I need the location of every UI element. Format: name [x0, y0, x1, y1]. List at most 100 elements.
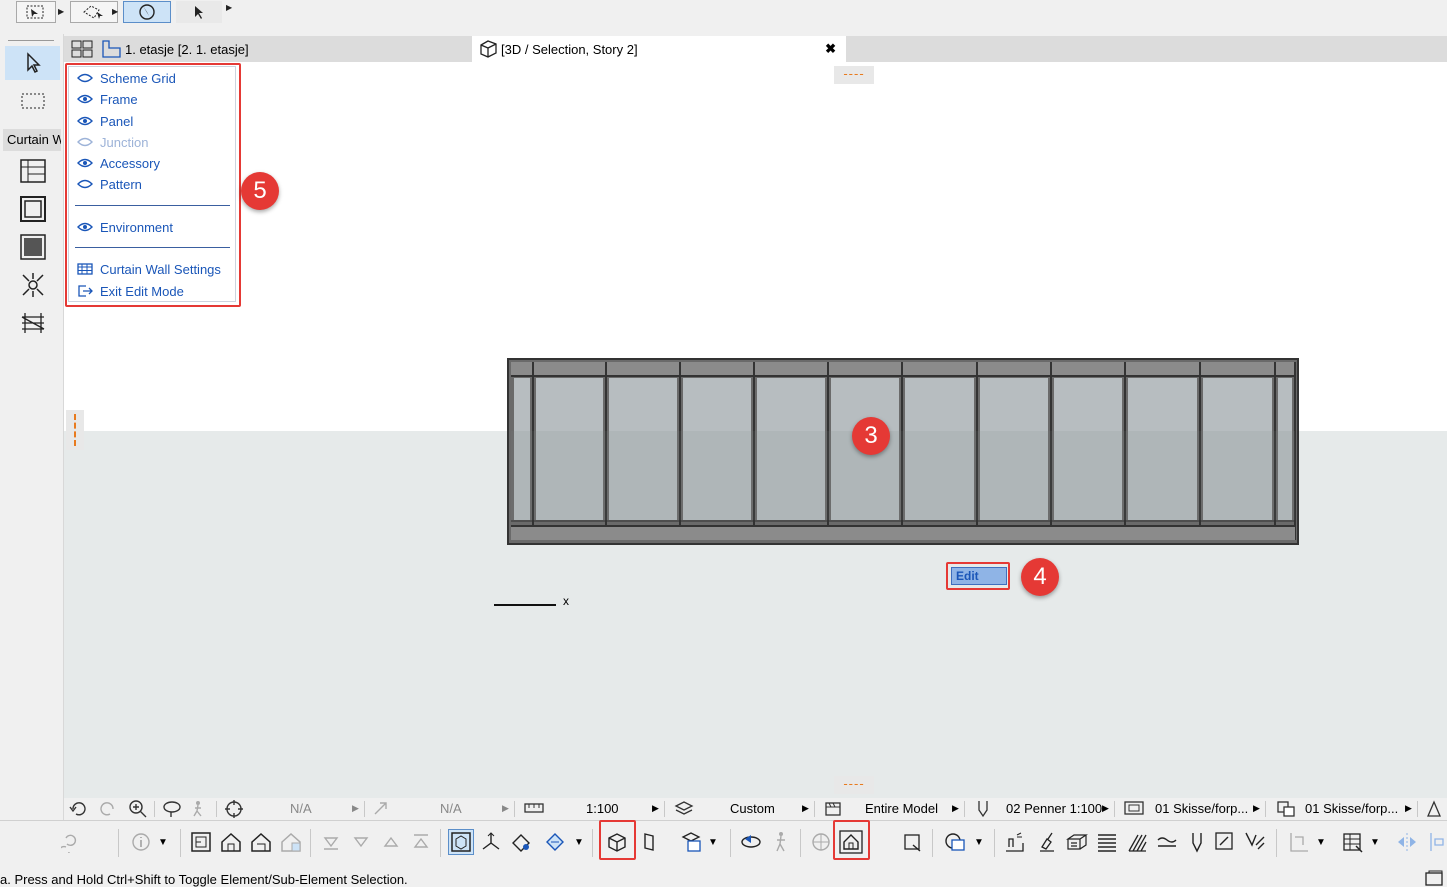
chevron-down-icon[interactable]: ▼: [1314, 829, 1328, 855]
explore-button[interactable]: [738, 829, 764, 855]
axonometry-button[interactable]: [478, 829, 504, 855]
arrow-tool[interactable]: [5, 46, 60, 80]
3d-window-button[interactable]: [448, 829, 474, 855]
tool-wave-button[interactable]: [1154, 829, 1180, 855]
layers-icon[interactable]: [674, 800, 694, 818]
accessory-tool[interactable]: [5, 306, 60, 340]
tool-surface-button[interactable]: [1212, 829, 1238, 855]
bottom-toolbar: ▼ ▼ ▼ ▼ ▼ ▼: [0, 820, 1447, 866]
chevron-right-icon[interactable]: ▶: [652, 803, 659, 814]
nav-display-2[interactable]: 01 Skisse/forp...: [1305, 801, 1398, 816]
nav-scale[interactable]: 1:100: [586, 801, 619, 816]
magic-wand-button[interactable]: [123, 1, 171, 23]
orbit-icon[interactable]: [162, 800, 182, 818]
top-dash-marker[interactable]: ----: [834, 66, 874, 84]
grid-view-icon: [71, 40, 93, 58]
chevron-right-icon[interactable]: ▶: [352, 803, 359, 814]
3d-document-button[interactable]: [678, 829, 704, 855]
3d-wall-button[interactable]: [636, 829, 662, 855]
chevron-down-icon[interactable]: ▼: [1368, 829, 1382, 855]
partial-structure-icon[interactable]: [1426, 800, 1442, 818]
walk-icon[interactable]: [190, 800, 206, 818]
tool-wall-button[interactable]: [1002, 829, 1028, 855]
window-icon[interactable]: [1424, 870, 1444, 886]
tool-layers-3d-button[interactable]: [1064, 829, 1090, 855]
lasso-select-button[interactable]: [70, 1, 118, 23]
junction-tool[interactable]: [5, 268, 60, 302]
arrow-pointer-button[interactable]: [176, 1, 222, 23]
nav-display-1[interactable]: 01 Skisse/forp...: [1155, 801, 1248, 816]
chevron-right-icon[interactable]: ▶: [1253, 803, 1260, 814]
panel-tool[interactable]: [5, 230, 60, 264]
zoom-icon[interactable]: [128, 799, 148, 819]
section-view-button[interactable]: [218, 829, 244, 855]
elevation-view-button[interactable]: [248, 829, 274, 855]
scheme-grid-tool[interactable]: [5, 154, 60, 188]
show-all-3d-button[interactable]: [808, 829, 834, 855]
camera-group-button[interactable]: [942, 829, 968, 855]
mirror-button[interactable]: [1394, 829, 1420, 855]
callout-badge-3: 3: [852, 417, 890, 455]
close-icon[interactable]: ✖: [825, 41, 836, 57]
curtain-wall[interactable]: [507, 358, 1299, 545]
undo-view-icon[interactable]: [68, 800, 88, 818]
floor-plan-view-button[interactable]: [188, 829, 214, 855]
more-tools-button[interactable]: [1424, 829, 1447, 855]
chevron-right-icon[interactable]: ▶: [802, 803, 809, 814]
fit-view-icon[interactable]: [224, 799, 244, 819]
3d-cutaway-button[interactable]: [542, 829, 568, 855]
nav-pen-set[interactable]: 02 Penner 1:100: [1006, 801, 1102, 816]
tool-hatch-button[interactable]: [1094, 829, 1120, 855]
table-button[interactable]: [1340, 829, 1366, 855]
story-up-button[interactable]: [408, 829, 434, 855]
tool-diagonal-button[interactable]: [1124, 829, 1150, 855]
redo-view-icon[interactable]: [98, 800, 118, 818]
chevron-right-icon[interactable]: ▶: [58, 7, 64, 16]
side-dash-marker[interactable]: [66, 410, 84, 450]
pen-set-icon[interactable]: [976, 800, 990, 818]
3d-settings-button[interactable]: [900, 829, 926, 855]
story-down-button[interactable]: [318, 829, 344, 855]
tool-brush-button[interactable]: [1034, 829, 1060, 855]
chevron-right-icon[interactable]: ▶: [112, 7, 118, 16]
scheme-grid-tool-icon: [19, 158, 47, 184]
story-up-single-button[interactable]: [378, 829, 404, 855]
navigation-bar: N/A ▶ N/A ▶ 1:100 ▶ Custom ▶ Entire Mode…: [64, 798, 1447, 820]
tool-check-button[interactable]: [1242, 829, 1268, 855]
chevron-right-icon[interactable]: ▶: [952, 803, 959, 814]
model-filter-icon[interactable]: [824, 800, 842, 818]
scale-icon[interactable]: [524, 801, 544, 815]
ground-reflection: [511, 431, 1295, 520]
chevron-down-icon[interactable]: ▼: [156, 829, 170, 855]
chevron-right-icon[interactable]: ▶: [1102, 803, 1109, 814]
nav-structure[interactable]: Custom: [730, 801, 775, 816]
graphic-override-icon[interactable]: [1276, 800, 1296, 818]
chevron-down-icon[interactable]: ▼: [572, 829, 586, 855]
frame-tool[interactable]: [5, 192, 60, 226]
chevron-right-icon[interactable]: ▶: [1405, 803, 1412, 814]
tab-3d-view[interactable]: [3D / Selection, Story 2] ✖: [472, 36, 846, 62]
marquee-select-button[interactable]: [16, 1, 56, 23]
nav-model[interactable]: Entire Model: [865, 801, 938, 816]
perspective-button[interactable]: [508, 829, 534, 855]
tab-overview-button[interactable]: [68, 36, 96, 62]
chevron-down-icon[interactable]: ▼: [706, 829, 720, 855]
chevron-right-icon[interactable]: ▶: [502, 803, 509, 814]
walk-mode-button[interactable]: [768, 829, 794, 855]
tool-pen-button[interactable]: [1184, 829, 1210, 855]
align-button[interactable]: [1286, 829, 1312, 855]
undo-button[interactable]: [58, 829, 84, 855]
info-button[interactable]: [128, 829, 154, 855]
marquee-tool[interactable]: [5, 84, 60, 118]
bottom-dash-marker[interactable]: ----: [834, 776, 874, 794]
info-icon: [131, 832, 151, 852]
chevron-down-icon[interactable]: ▼: [972, 829, 986, 855]
interior-view-button[interactable]: [278, 829, 304, 855]
triangle-up-icon: [381, 832, 401, 852]
story-down-single-button[interactable]: [348, 829, 374, 855]
display-option-icon[interactable]: [1124, 801, 1144, 815]
tab-floor-plan[interactable]: 1. etasje [2. 1. etasje]: [100, 36, 470, 62]
rotate-view-icon[interactable]: [372, 800, 390, 818]
chevron-right-icon[interactable]: ▶: [226, 3, 232, 12]
arrow-tool-icon: [24, 52, 42, 74]
